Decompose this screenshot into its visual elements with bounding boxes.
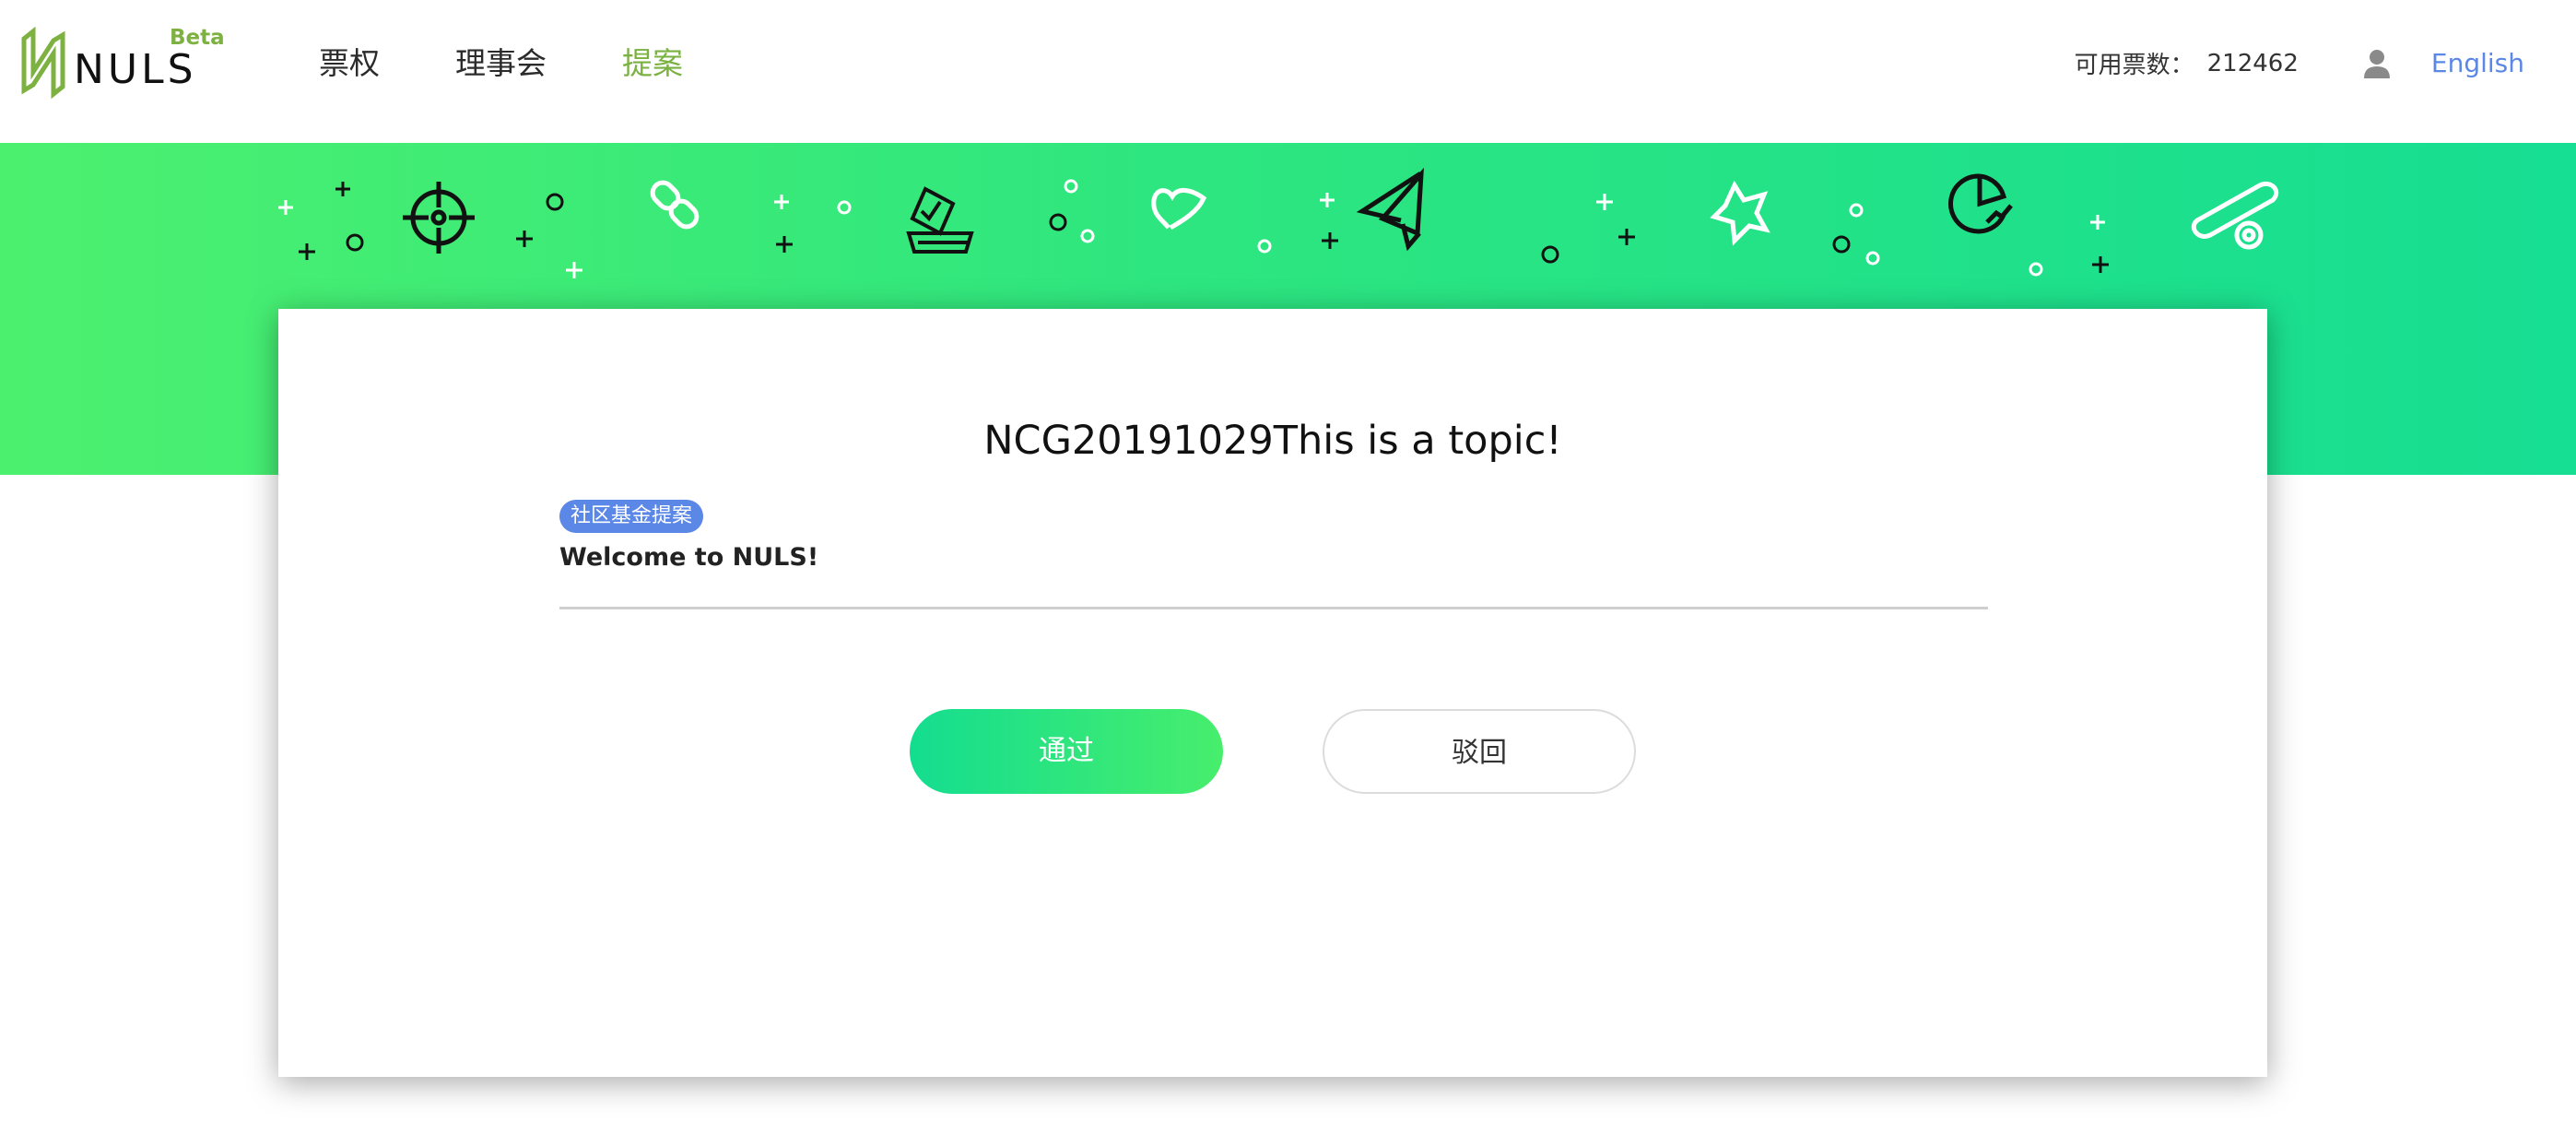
available-votes-label: 可用票数： (2074, 52, 2194, 79)
sparkle-decoration-icon (278, 179, 2109, 278)
category-badge: 社区基金提案 (559, 500, 704, 533)
nav-item-council[interactable]: 理事会 (455, 39, 547, 83)
ballot-box-icon (906, 186, 974, 254)
link-icon (650, 180, 700, 230)
proposal-card: NCG20191029This is a topic! 社区基金提案 Welco… (278, 309, 2267, 1077)
coin-icon (2191, 182, 2279, 250)
nuls-logo-mark-icon (21, 26, 65, 100)
main-nav: 票权 理事会 提案 (319, 39, 759, 83)
language-switch-link[interactable]: English (2431, 48, 2524, 78)
account-area: 可用票数： 212462 English (2075, 46, 2524, 80)
top-header: Beta NULS 票权 理事会 提案 可用票数： 212462 English (0, 0, 2576, 143)
paper-plane-icon (1356, 167, 1424, 252)
nuls-logo[interactable]: Beta NULS (20, 26, 225, 104)
star-icon (1710, 180, 1770, 246)
user-icon[interactable] (2363, 48, 2391, 79)
nav-item-proposals[interactable]: 提案 (622, 39, 683, 83)
crosshair-icon (403, 182, 475, 254)
divider (559, 607, 1988, 609)
proposal-title: NCG20191029This is a topic! (983, 418, 1562, 464)
nav-item-votes[interactable]: 票权 (319, 39, 380, 83)
logo-text: NULS (74, 46, 197, 93)
proposal-description: Welcome to NULS! (559, 543, 819, 572)
pie-chart-icon (1948, 173, 2013, 234)
heart-icon (1151, 188, 1207, 231)
reject-button[interactable]: 驳回 (1323, 709, 1636, 794)
available-votes-value: 212462 (2206, 49, 2299, 77)
approve-button[interactable]: 通过 (910, 709, 1223, 794)
